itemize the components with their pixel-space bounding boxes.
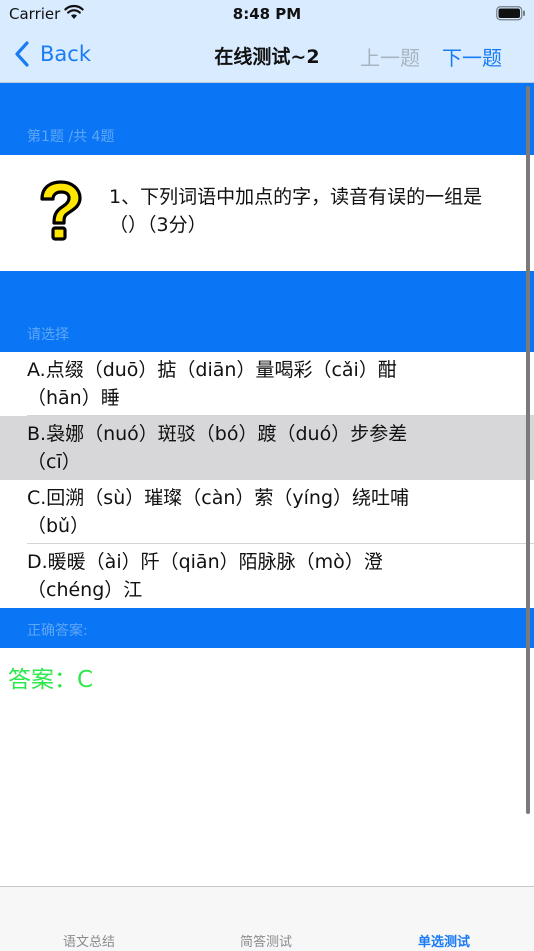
question-text: 1、下列词语中加点的字，读音有误的一组是（）（3分） (109, 186, 483, 236)
battery-icon (496, 6, 525, 21)
option-c-line-2: （bǔ） (27, 515, 90, 537)
status-time: 8:48 PM (232, 5, 302, 23)
answer-header-band: 正确答案: (0, 608, 534, 648)
tab-bar: 语文总结 简答测试 单选测试 (0, 886, 534, 951)
status-bar: Carrier 8:48 PM (0, 0, 534, 28)
scroll-indicator[interactable] (526, 86, 530, 814)
select-prompt-band: 请选择 (0, 271, 534, 352)
tab-short-answer-test[interactable]: 简答测试 (240, 931, 292, 950)
option-d-line-1: D.暖暖（ài）阡（qiān）陌脉脉（mò）澄 (27, 551, 383, 573)
back-label: Back (40, 42, 91, 66)
question-progress-label: 第1题 /共 4题 (27, 129, 115, 145)
next-question-button[interactable]: 下一题 (442, 42, 502, 71)
option-c-line-1: C.回溯（sù）璀璨（càn）萦（yíng）绕吐哺 (27, 487, 410, 509)
option-d-line-2: （chéng）江 (27, 579, 143, 601)
option-b-line-1: B.袅娜（nuó）斑驳（bó）踱（duó）步参差 (27, 423, 408, 445)
option-a-line-2: （hān）睡 (27, 387, 120, 409)
answer-header-label: 正确答案: (27, 623, 88, 639)
correct-answer-text: 答案：C (8, 667, 94, 693)
back-button[interactable]: Back (14, 39, 91, 69)
previous-question-button[interactable]: 上一题 (360, 42, 420, 71)
tab-single-choice-test[interactable]: 单选测试 (418, 931, 470, 950)
chevron-left-icon (15, 41, 29, 67)
option-c[interactable]: C.回溯（sù）璀璨（càn）萦（yíng）绕吐哺 （bǔ） (0, 480, 534, 544)
select-prompt-label: 请选择 (27, 327, 69, 343)
tab-chinese-summary[interactable]: 语文总结 (63, 931, 115, 950)
option-b-line-2: （cī） (27, 451, 81, 473)
question-progress-band: 第1题 /共 4题 (0, 83, 534, 155)
navigation-bar: Back 在线测试~2 上一题 下一题 (0, 28, 534, 83)
option-a-line-1: A.点缀（duō）掂（diān）量喝彩（cǎi）酣 (27, 359, 397, 381)
options-list: A.点缀（duō）掂（diān）量喝彩（cǎi）酣 （hān）睡 B.袅娜（nu… (0, 352, 534, 608)
option-d[interactable]: D.暖暖（ài）阡（qiān）陌脉脉（mò）澄 （chéng）江 (0, 544, 534, 608)
option-a[interactable]: A.点缀（duō）掂（diān）量喝彩（cǎi）酣 （hān）睡 (0, 352, 534, 416)
option-b[interactable]: B.袅娜（nuó）斑驳（bó）踱（duó）步参差 （cī） (0, 416, 534, 480)
question-mark-icon (40, 180, 82, 241)
